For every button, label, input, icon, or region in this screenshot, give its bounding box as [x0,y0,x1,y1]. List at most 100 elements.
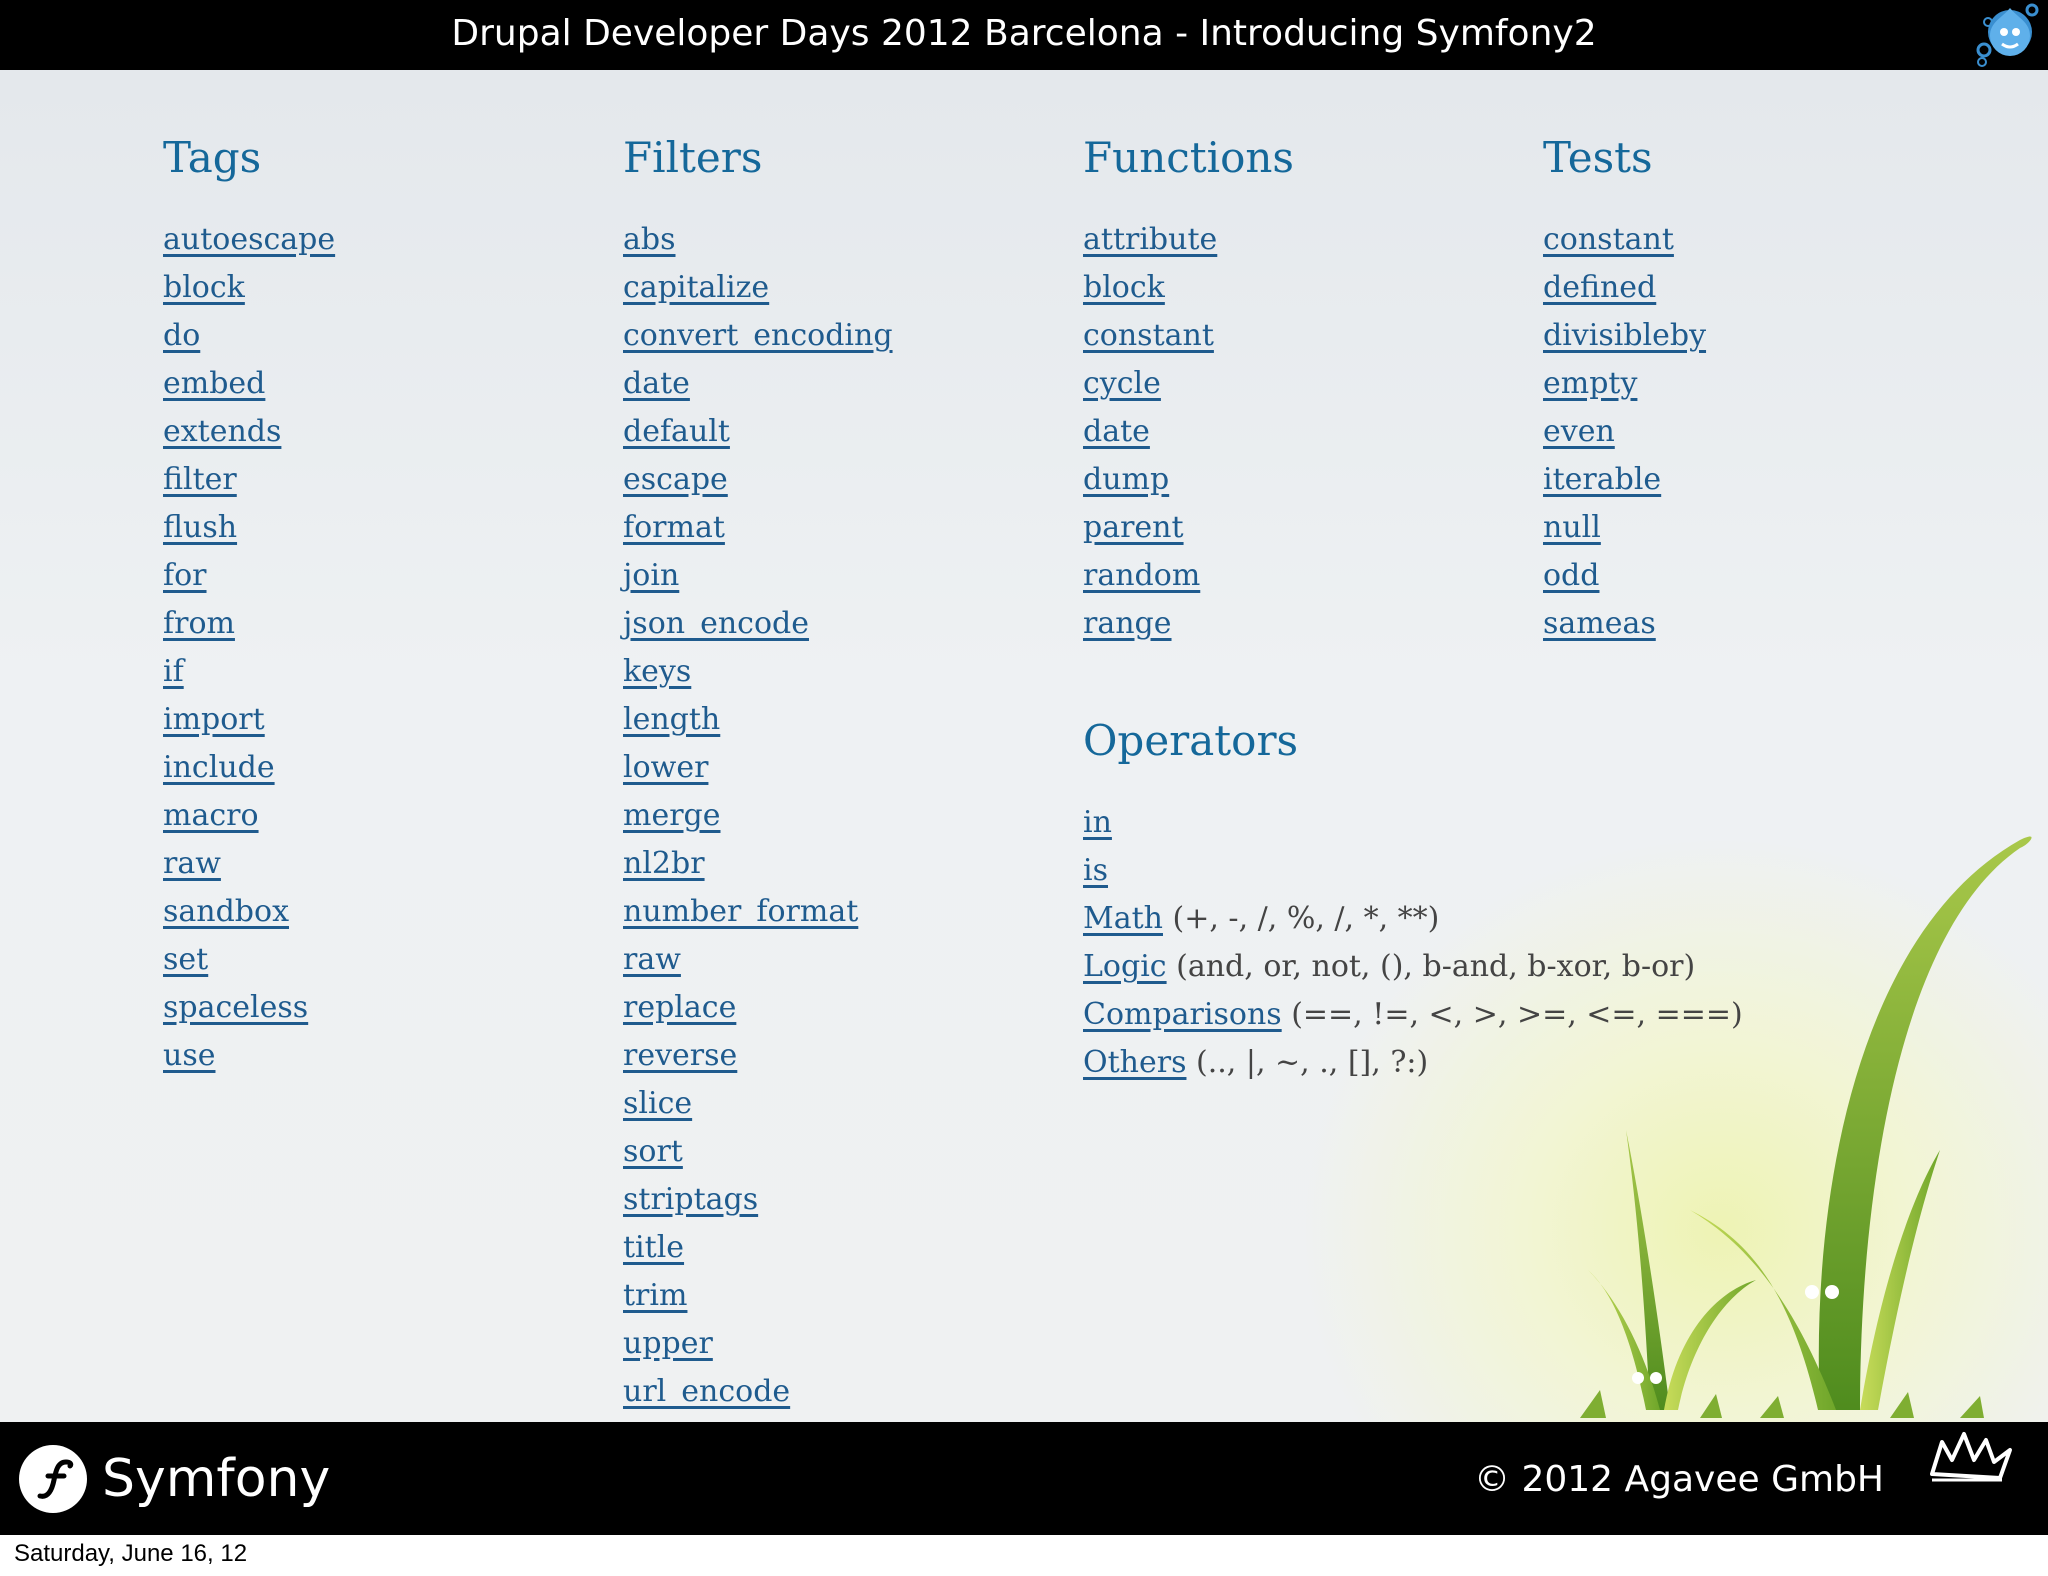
slide-content: Tags autoescape block do embed extends f… [0,70,2048,1422]
footer-bar: Symfony © 2012 Agavee GmbH [0,1422,2048,1535]
list-item: parent [1083,504,1294,552]
list-item: sort [623,1128,893,1176]
list-item: block [163,264,335,312]
filter-link[interactable]: join [623,558,679,593]
filters-list: abs capitalize convert_encoding date def… [623,216,893,1416]
operator-link[interactable]: in [1083,805,1112,840]
list-item: date [623,360,893,408]
filter-link[interactable]: format [623,510,725,545]
drupal-logo-icon [1976,3,2039,67]
list-item: join [623,552,893,600]
list-item: import [163,696,335,744]
list-item: odd [1543,552,1706,600]
symfony-brand: Symfony [102,1449,331,1509]
filter-link[interactable]: raw [623,942,681,977]
operator-detail: (+, -, /, %, /, *, **) [1162,901,1440,936]
filter-link[interactable]: replace [623,990,736,1025]
function-link[interactable]: date [1083,414,1150,449]
filter-link[interactable]: keys [623,654,691,689]
tag-link[interactable]: embed [163,366,265,401]
tag-link[interactable]: include [163,750,275,785]
operator-link[interactable]: Logic [1083,949,1167,984]
filter-link[interactable]: trim [623,1278,687,1313]
function-link[interactable]: constant [1083,318,1214,353]
tag-link[interactable]: for [163,558,207,593]
tag-link[interactable]: from [163,606,235,641]
test-link[interactable]: defined [1543,270,1656,305]
copyright-text: © 2012 Agavee GmbH [1474,1459,1884,1500]
filter-link[interactable]: slice [623,1086,692,1121]
operator-link[interactable]: Comparisons [1083,997,1282,1032]
function-link[interactable]: dump [1083,462,1169,497]
tag-link[interactable]: filter [163,462,237,497]
test-link[interactable]: null [1543,510,1601,545]
test-link[interactable]: divisibleby [1543,318,1706,353]
function-link[interactable]: range [1083,606,1172,641]
test-link[interactable]: empty [1543,366,1637,401]
slide-title: Drupal Developer Days 2012 Barcelona - I… [451,13,1597,54]
filter-link[interactable]: json_encode [623,606,809,641]
tag-link[interactable]: autoescape [163,222,335,257]
filter-link[interactable]: upper [623,1326,713,1361]
tag-link[interactable]: if [163,654,184,689]
list-item: flush [163,504,335,552]
tag-link[interactable]: import [163,702,265,737]
operators-column: Operators in is Math (+, -, /, %, /, *, … [1083,711,1743,1087]
filter-link[interactable]: url_encode [623,1374,790,1409]
test-link[interactable]: even [1543,414,1615,449]
test-link[interactable]: odd [1543,558,1599,593]
list-item: random [1083,552,1294,600]
test-link[interactable]: constant [1543,222,1674,257]
operator-link[interactable]: Math [1083,901,1163,936]
list-item: for [163,552,335,600]
list-item: include [163,744,335,792]
function-link[interactable]: parent [1083,510,1184,545]
tag-link[interactable]: raw [163,846,221,881]
tag-link[interactable]: flush [163,510,237,545]
filter-link[interactable]: striptags [623,1182,758,1217]
list-item: extends [163,408,335,456]
filter-link[interactable]: abs [623,222,676,257]
list-item: block [1083,264,1294,312]
filter-link[interactable]: reverse [623,1038,737,1073]
operator-link[interactable]: Others [1083,1045,1186,1080]
operators-heading: Operators [1083,716,1299,765]
filter-link[interactable]: date [623,366,690,401]
filter-link[interactable]: title [623,1230,684,1265]
test-link[interactable]: iterable [1543,462,1661,497]
list-item: sandbox [163,888,335,936]
function-link[interactable]: attribute [1083,222,1217,257]
filter-link[interactable]: lower [623,750,708,785]
tag-link[interactable]: sandbox [163,894,289,929]
list-item: embed [163,360,335,408]
tag-link[interactable]: extends [163,414,281,449]
list-item: divisibleby [1543,312,1706,360]
filter-link[interactable]: capitalize [623,270,769,305]
operator-link[interactable]: is [1083,853,1108,888]
function-link[interactable]: cycle [1083,366,1161,401]
filter-link[interactable]: number_format [623,894,858,929]
list-item: title [623,1224,893,1272]
function-link[interactable]: random [1083,558,1200,593]
tag-link[interactable]: do [163,318,200,353]
tag-link[interactable]: macro [163,798,259,833]
filter-link[interactable]: escape [623,462,728,497]
tags-column: Tags autoescape block do embed extends f… [163,128,335,1080]
filter-link[interactable]: sort [623,1134,683,1169]
tag-link[interactable]: use [163,1038,215,1073]
tag-link[interactable]: block [163,270,245,305]
filter-link[interactable]: merge [623,798,721,833]
tag-link[interactable]: spaceless [163,990,308,1025]
list-item: number_format [623,888,893,936]
filter-link[interactable]: length [623,702,720,737]
filter-link[interactable]: convert_encoding [623,318,893,353]
filter-link[interactable]: nl2br [623,846,705,881]
tag-link[interactable]: set [163,942,208,977]
function-link[interactable]: block [1083,270,1165,305]
list-item: spaceless [163,984,335,1032]
filter-link[interactable]: default [623,414,730,449]
list-item: raw [163,840,335,888]
list-item: Logic (and, or, not, (), b-and, b-xor, b… [1083,943,1743,991]
list-item: striptags [623,1176,893,1224]
test-link[interactable]: sameas [1543,606,1656,641]
